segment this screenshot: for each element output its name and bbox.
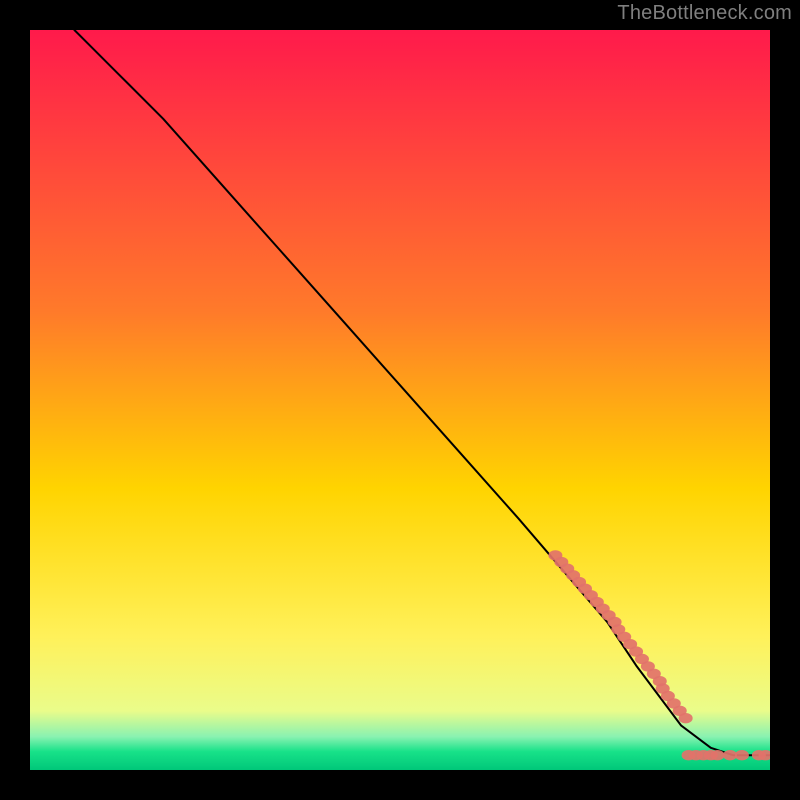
data-point [679, 713, 693, 723]
gradient-background [30, 30, 770, 770]
chart-svg [30, 30, 770, 770]
data-point [710, 750, 724, 760]
attribution-label: TheBottleneck.com [617, 2, 792, 25]
plot-area [30, 30, 770, 770]
data-point [735, 750, 749, 760]
chart-container: TheBottleneck.com [0, 0, 800, 800]
